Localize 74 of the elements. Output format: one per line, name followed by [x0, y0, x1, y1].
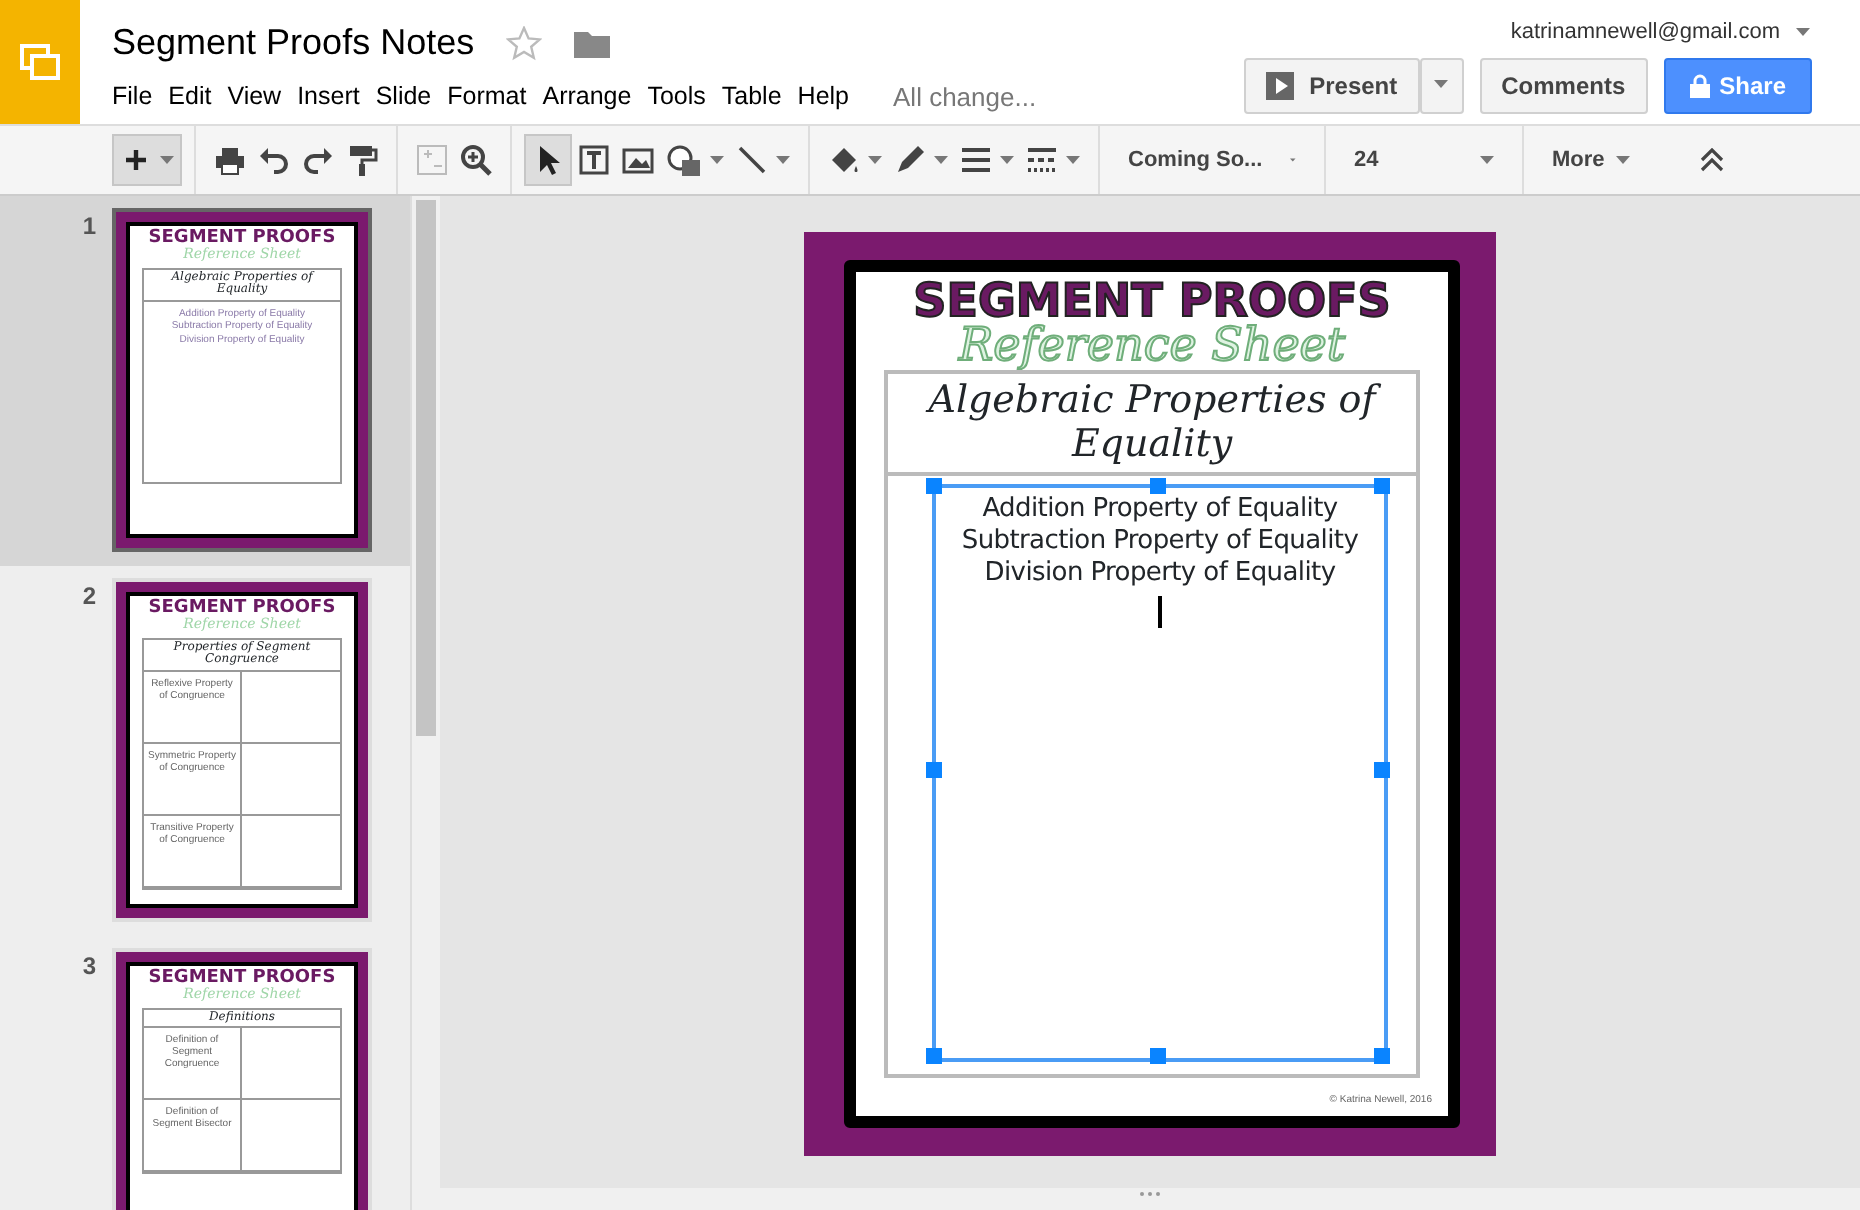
- selected-text-box[interactable]: Addition Property of Equality Subtraction Property of Equality Division Property of Equality: [932, 483, 1388, 1061]
- lock-icon: [1689, 73, 1710, 97]
- text-cursor: [1158, 595, 1162, 628]
- image-icon[interactable]: [622, 144, 654, 176]
- slide-number: 2: [80, 580, 98, 614]
- print-icon[interactable]: [214, 144, 246, 176]
- caret-icon: [1480, 156, 1494, 164]
- menu-item[interactable]: Tools: [647, 78, 722, 117]
- redo-icon[interactable]: [302, 144, 334, 176]
- document-title[interactable]: Segment Proofs Notes: [112, 16, 475, 70]
- resize-handle[interactable]: [926, 477, 942, 494]
- font-size-dropdown[interactable]: 24: [1338, 143, 1510, 177]
- font-dropdown[interactable]: Coming So...: [1112, 143, 1312, 177]
- more-button[interactable]: More: [1536, 143, 1647, 177]
- account-email[interactable]: katrinamnewell@gmail.com: [1510, 16, 1780, 49]
- undo-icon[interactable]: [258, 144, 290, 176]
- slide-title: SEGMENT PROOFS: [146, 600, 338, 618]
- caret-icon: [1616, 156, 1631, 164]
- caret-icon[interactable]: [1066, 156, 1080, 164]
- slide-title: SEGMENT PROOFS: [146, 230, 338, 248]
- pencil-icon[interactable]: [894, 144, 926, 176]
- collapse-icon[interactable]: [1700, 148, 1725, 172]
- slide-number: 3: [80, 950, 98, 984]
- caret-icon[interactable]: [868, 156, 882, 164]
- property-text: Division Property of Equality: [982, 558, 1338, 592]
- menu-item[interactable]: Format: [447, 78, 543, 117]
- property-text: Subtraction Property of Equality: [959, 526, 1361, 559]
- caret-icon[interactable]: [1000, 156, 1014, 164]
- slide-number: 1: [80, 210, 98, 244]
- drag-handle-icon[interactable]: [1138, 1188, 1162, 1200]
- menu-item[interactable]: Arrange: [542, 78, 648, 117]
- present-button[interactable]: Present: [1243, 57, 1420, 113]
- resize-handle[interactable]: [1374, 762, 1390, 779]
- slide-title: SEGMENT PROOFS: [146, 970, 338, 988]
- caret-icon[interactable]: [1796, 27, 1812, 38]
- menu-item[interactable]: Help: [797, 78, 866, 117]
- resize-handle[interactable]: [926, 762, 942, 779]
- resize-handle[interactable]: [1150, 1047, 1166, 1063]
- zoom-icon[interactable]: [460, 144, 492, 176]
- menu-item[interactable]: Slide: [375, 78, 448, 117]
- dash-style-icon[interactable]: [1026, 144, 1058, 176]
- scrollbar-thumb[interactable]: [416, 200, 436, 736]
- menu-item[interactable]: Table: [721, 78, 798, 117]
- caret-icon[interactable]: [934, 156, 948, 164]
- fill-bucket-icon[interactable]: [828, 144, 860, 176]
- line-weight-icon[interactable]: [960, 144, 992, 176]
- table-heading: Algebraic Properties of Equality: [888, 374, 1416, 476]
- comments-button[interactable]: Comments: [1479, 57, 1648, 113]
- property-text: Addition Property of Equality: [980, 493, 1340, 527]
- resize-handle[interactable]: [1374, 477, 1390, 494]
- slides-icon: [18, 42, 62, 82]
- menu-item[interactable]: Edit: [168, 78, 228, 117]
- menu-item[interactable]: Insert: [297, 78, 376, 117]
- present-dropdown[interactable]: [1419, 57, 1464, 113]
- caret-icon[interactable]: [710, 156, 724, 164]
- folder-icon[interactable]: [574, 28, 611, 58]
- save-status[interactable]: All change...: [893, 78, 1037, 117]
- resize-handle[interactable]: [1374, 1047, 1390, 1063]
- caret-icon[interactable]: [776, 156, 790, 164]
- menu-item[interactable]: View: [227, 78, 298, 117]
- menu-item[interactable]: File: [112, 78, 169, 117]
- resize-handle[interactable]: [1150, 477, 1166, 494]
- plus-icon[interactable]: [120, 144, 152, 176]
- line-icon[interactable]: [736, 144, 768, 176]
- caret-icon: [1433, 80, 1450, 90]
- resize-handle[interactable]: [926, 1047, 942, 1063]
- paint-roller-icon[interactable]: [346, 144, 378, 176]
- play-icon: [1265, 71, 1294, 99]
- slide-subtitle: Reference Sheet: [956, 322, 1348, 371]
- star-icon[interactable]: [506, 25, 543, 61]
- caret-icon[interactable]: [160, 156, 174, 164]
- shape-icon[interactable]: [666, 144, 702, 176]
- text-box-icon[interactable]: [578, 144, 610, 176]
- slide-title: SEGMENT PROOFS: [911, 280, 1393, 326]
